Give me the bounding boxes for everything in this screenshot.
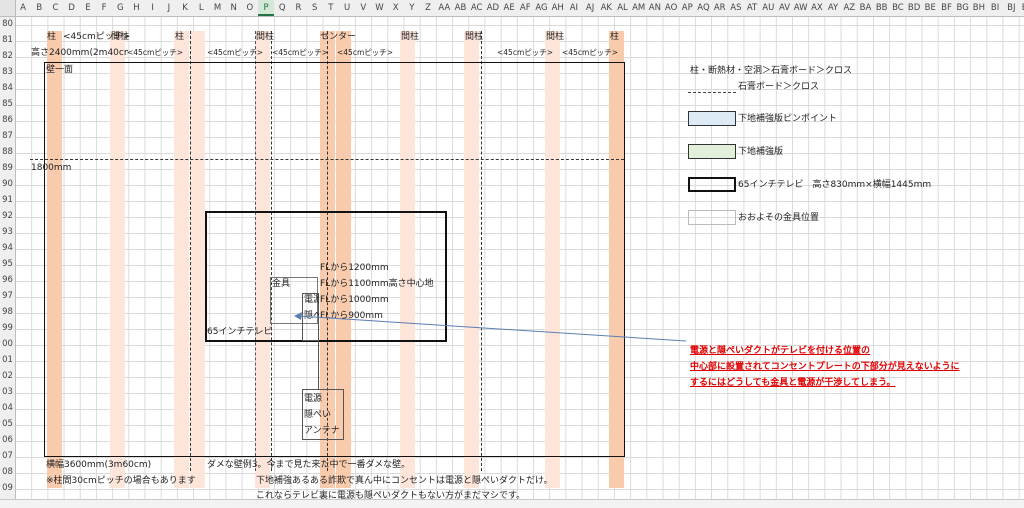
column-header-be[interactable]: BE — [922, 0, 938, 16]
row-header-01[interactable]: 01 — [0, 352, 15, 368]
row-header-88[interactable]: 88 — [0, 144, 15, 160]
row-header-80[interactable]: 80 — [0, 16, 15, 32]
column-header-l[interactable]: L — [193, 0, 209, 16]
row-header-89[interactable]: 89 — [0, 160, 15, 176]
column-header-an[interactable]: AN — [647, 0, 663, 16]
column-header-bd[interactable]: BD — [906, 0, 922, 16]
row-header-99[interactable]: 99 — [0, 320, 15, 336]
row-header-09[interactable]: 09 — [0, 480, 15, 496]
column-header-ba[interactable]: BA — [857, 0, 873, 16]
column-header-am[interactable]: AM — [631, 0, 647, 16]
column-header-q[interactable]: Q — [274, 0, 290, 16]
column-header-f[interactable]: F — [96, 0, 112, 16]
column-header-t[interactable]: T — [323, 0, 339, 16]
column-header-ad[interactable]: AD — [485, 0, 501, 16]
column-header-n[interactable]: N — [226, 0, 242, 16]
column-header-az[interactable]: AZ — [841, 0, 857, 16]
column-header-m[interactable]: M — [209, 0, 225, 16]
column-header-k[interactable]: K — [177, 0, 193, 16]
row-header-84[interactable]: 84 — [0, 80, 15, 96]
column-header-c[interactable]: C — [47, 0, 63, 16]
column-header-e[interactable]: E — [80, 0, 96, 16]
row-header-85[interactable]: 85 — [0, 96, 15, 112]
row-header-94[interactable]: 94 — [0, 240, 15, 256]
row-header-95[interactable]: 95 — [0, 256, 15, 272]
column-header-a[interactable]: A — [15, 0, 31, 16]
column-header-ae[interactable]: AE — [501, 0, 517, 16]
row-header-93[interactable]: 93 — [0, 224, 15, 240]
column-header-ah[interactable]: AH — [550, 0, 566, 16]
column-header-z[interactable]: Z — [420, 0, 436, 16]
column-header-d[interactable]: D — [64, 0, 80, 16]
select-all-corner[interactable] — [0, 0, 16, 17]
column-header-j[interactable]: J — [161, 0, 177, 16]
column-header-bar: A B C D E F G H I J K L M N O P Q R S T U V W X Y Z AA AB AC AD AE AF AG… — [0, 0, 1024, 17]
row-header-90[interactable]: 90 — [0, 176, 15, 192]
row-header-02[interactable]: 02 — [0, 368, 15, 384]
column-header-aa[interactable]: AA — [436, 0, 452, 16]
row-header-03[interactable]: 03 — [0, 384, 15, 400]
column-header-ac[interactable]: AC — [469, 0, 485, 16]
row-header-04[interactable]: 04 — [0, 400, 15, 416]
row-header-96[interactable]: 96 — [0, 272, 15, 288]
row-header-81[interactable]: 81 — [0, 32, 15, 48]
row-header-92[interactable]: 92 — [0, 208, 15, 224]
column-header-g[interactable]: G — [112, 0, 128, 16]
column-header-v[interactable]: V — [355, 0, 371, 16]
row-header-bar: 80 81 82 83 84 85 86 87 88 89 90 91 92 93 94 95 96 97 98 99… — [0, 16, 16, 507]
column-header-x[interactable]: X — [388, 0, 404, 16]
row-header-00[interactable]: 00 — [0, 336, 15, 352]
column-header-ax[interactable]: AX — [809, 0, 825, 16]
row-header-97[interactable]: 97 — [0, 288, 15, 304]
column-header-aq[interactable]: AQ — [695, 0, 711, 16]
row-header-83[interactable]: 83 — [0, 64, 15, 80]
column-header-ao[interactable]: AO — [663, 0, 679, 16]
column-header-ar[interactable]: AR — [712, 0, 728, 16]
column-header-bi[interactable]: BI — [987, 0, 1003, 16]
column-header-o[interactable]: O — [242, 0, 258, 16]
column-header-aj[interactable]: AJ — [582, 0, 598, 16]
column-header-aw[interactable]: AW — [793, 0, 809, 16]
column-header-ab[interactable]: AB — [452, 0, 468, 16]
column-header-bf[interactable]: BF — [938, 0, 954, 16]
column-header-i[interactable]: I — [145, 0, 161, 16]
column-header-bc[interactable]: BC — [890, 0, 906, 16]
column-header-bh[interactable]: BH — [971, 0, 987, 16]
column-header-w[interactable]: W — [371, 0, 387, 16]
column-header-p[interactable]: P — [258, 0, 275, 16]
column-header-bk[interactable]: BK — [1019, 0, 1024, 16]
column-header-h[interactable]: H — [128, 0, 144, 16]
row-header-07[interactable]: 07 — [0, 448, 15, 464]
column-header-at[interactable]: AT — [744, 0, 760, 16]
row-header-05[interactable]: 05 — [0, 416, 15, 432]
column-header-b[interactable]: B — [31, 0, 47, 16]
column-header-r[interactable]: R — [290, 0, 306, 16]
row-header-08[interactable]: 08 — [0, 464, 15, 480]
row-header-82[interactable]: 82 — [0, 48, 15, 64]
column-header-ak[interactable]: AK — [598, 0, 614, 16]
column-header-bj[interactable]: BJ — [1003, 0, 1019, 16]
column-header-av[interactable]: AV — [776, 0, 792, 16]
column-header-ap[interactable]: AP — [679, 0, 695, 16]
column-header-ai[interactable]: AI — [566, 0, 582, 16]
row-header-86[interactable]: 86 — [0, 112, 15, 128]
row-header-87[interactable]: 87 — [0, 128, 15, 144]
column-header-bb[interactable]: BB — [874, 0, 890, 16]
column-header-af[interactable]: AF — [517, 0, 533, 16]
column-header-u[interactable]: U — [339, 0, 355, 16]
column-header-au[interactable]: AU — [760, 0, 776, 16]
column-header-ag[interactable]: AG — [533, 0, 549, 16]
column-header-ay[interactable]: AY — [825, 0, 841, 16]
annotation-arrow — [294, 312, 687, 342]
column-header-al[interactable]: AL — [614, 0, 630, 16]
row-header-06[interactable]: 06 — [0, 432, 15, 448]
spreadsheet-grid[interactable]: 柱 <45cmピッチ> 間柱 柱 間柱 センター 間柱 間柱 間柱 柱 高さ24… — [0, 0, 1024, 507]
column-header-s[interactable]: S — [307, 0, 323, 16]
column-header-bg[interactable]: BG — [955, 0, 971, 16]
column-header-as[interactable]: AS — [728, 0, 744, 16]
row-header-98[interactable]: 98 — [0, 304, 15, 320]
row-header-91[interactable]: 91 — [0, 192, 15, 208]
column-header-y[interactable]: Y — [404, 0, 420, 16]
